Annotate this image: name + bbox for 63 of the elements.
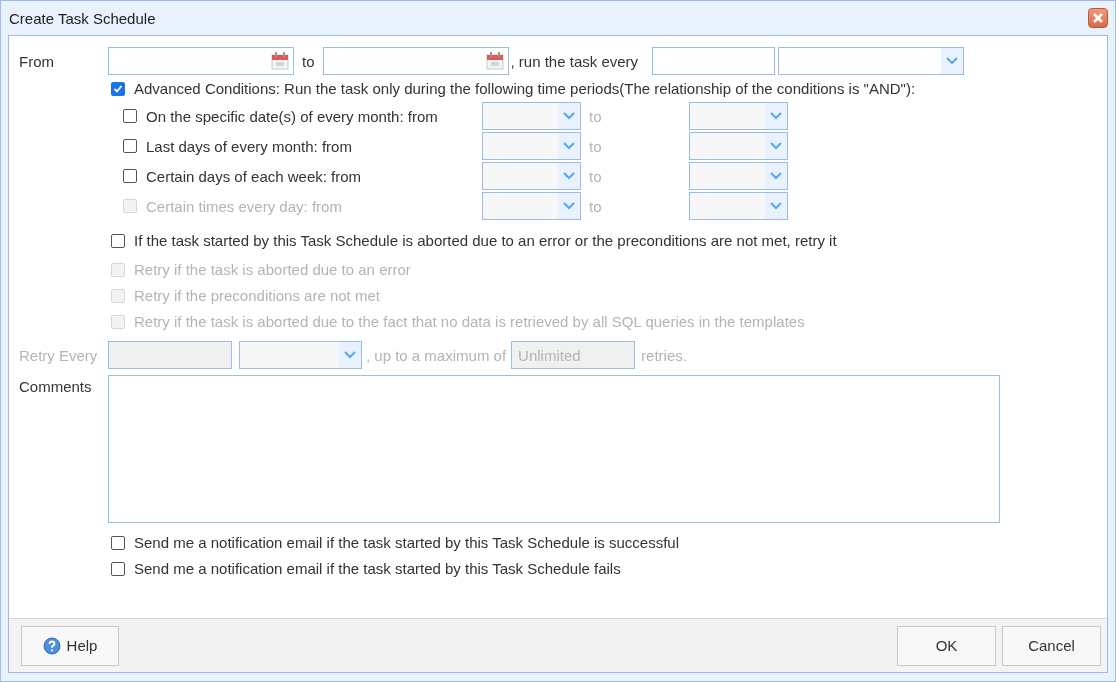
dropdown[interactable] bbox=[689, 192, 788, 220]
from-label: From bbox=[19, 52, 55, 70]
chevron-down-icon bbox=[562, 111, 576, 121]
window-title: Create Task Schedule bbox=[9, 9, 156, 27]
comments-field[interactable] bbox=[108, 375, 1000, 523]
chevron-down-icon bbox=[769, 201, 783, 211]
dropdown[interactable] bbox=[778, 47, 965, 75]
checkbox[interactable] bbox=[111, 233, 125, 248]
chevron-down-icon bbox=[562, 201, 576, 211]
chevron-down-icon bbox=[562, 171, 576, 181]
retries-label: retries. bbox=[641, 346, 687, 364]
checkbox-label: Certain times every day: from bbox=[146, 197, 342, 215]
calendar-icon[interactable] bbox=[484, 51, 505, 71]
to-label: to bbox=[589, 197, 603, 215]
close-icon bbox=[1092, 12, 1104, 24]
interval-label: , run the task every bbox=[510, 52, 639, 70]
checkbox-label: Retry if the task is aborted due to an error bbox=[134, 261, 411, 278]
checkbox[interactable] bbox=[111, 81, 125, 96]
checkbox-label: Last days of every month: from bbox=[146, 137, 352, 155]
dropdown[interactable] bbox=[482, 102, 581, 130]
chevron-down-icon bbox=[562, 141, 576, 151]
chevron-down-icon bbox=[769, 171, 783, 181]
to-label: to bbox=[589, 137, 603, 155]
help-icon bbox=[42, 636, 61, 655]
chevron-down-icon bbox=[945, 56, 960, 66]
dropdown[interactable] bbox=[482, 192, 581, 220]
calendar-icon[interactable] bbox=[270, 51, 290, 71]
checkbox[interactable] bbox=[123, 139, 137, 153]
to-label: to bbox=[589, 167, 603, 185]
checkbox-label: Send me a notification email if the task started by this Task Schedule fails bbox=[134, 560, 621, 577]
chevron-down-icon bbox=[769, 141, 783, 151]
ok-button[interactable]: OK bbox=[897, 625, 996, 666]
cancel-button[interactable]: Cancel bbox=[1002, 625, 1101, 666]
dropdown[interactable] bbox=[239, 341, 362, 369]
retry-interval-field[interactable] bbox=[108, 341, 232, 369]
checkbox-label: Advanced Conditions: Run the task only during the following time periods(The relationship of the conditions is "AND"): bbox=[134, 80, 916, 97]
checkbox-label: On the specific date(s) of every month: from bbox=[146, 107, 438, 125]
to-label: to bbox=[589, 107, 603, 125]
help-button[interactable]: Help bbox=[21, 625, 119, 666]
checkbox-label: If the task started by this Task Schedule is aborted due to an error or the preconditions are not met, retry it bbox=[134, 232, 837, 249]
close-button[interactable] bbox=[1088, 8, 1108, 28]
dropdown[interactable] bbox=[482, 162, 581, 190]
dropdown[interactable] bbox=[689, 162, 788, 190]
checkbox-label: Send me a notification email if the task started by this Task Schedule is successful bbox=[134, 534, 679, 551]
checkbox[interactable] bbox=[111, 561, 125, 576]
checkbox-label: Retry if the preconditions are not met bbox=[134, 287, 380, 304]
to-label: to bbox=[302, 52, 315, 70]
checkbox[interactable] bbox=[123, 169, 137, 183]
dropdown[interactable] bbox=[482, 132, 581, 160]
dropdown[interactable] bbox=[689, 102, 788, 130]
checkbox[interactable] bbox=[111, 535, 125, 550]
checkbox[interactable] bbox=[123, 109, 137, 123]
end-date-field[interactable] bbox=[322, 47, 509, 75]
dropdown[interactable] bbox=[689, 132, 788, 160]
start-date-field[interactable] bbox=[108, 47, 294, 75]
comments-label: Comments bbox=[19, 378, 93, 395]
checkbox-label: Certain days of each week: from bbox=[146, 167, 362, 185]
chevron-down-icon bbox=[769, 111, 783, 121]
maximum-label: , up to a maximum of bbox=[366, 346, 507, 364]
retry-every-label: Retry Every bbox=[19, 346, 99, 364]
chevron-down-icon bbox=[343, 350, 357, 360]
checkbox-label: Retry if the task is aborted due to the fact that no data is retrieved by all SQL queries in the templates bbox=[134, 313, 805, 330]
interval-field[interactable] bbox=[652, 47, 776, 75]
